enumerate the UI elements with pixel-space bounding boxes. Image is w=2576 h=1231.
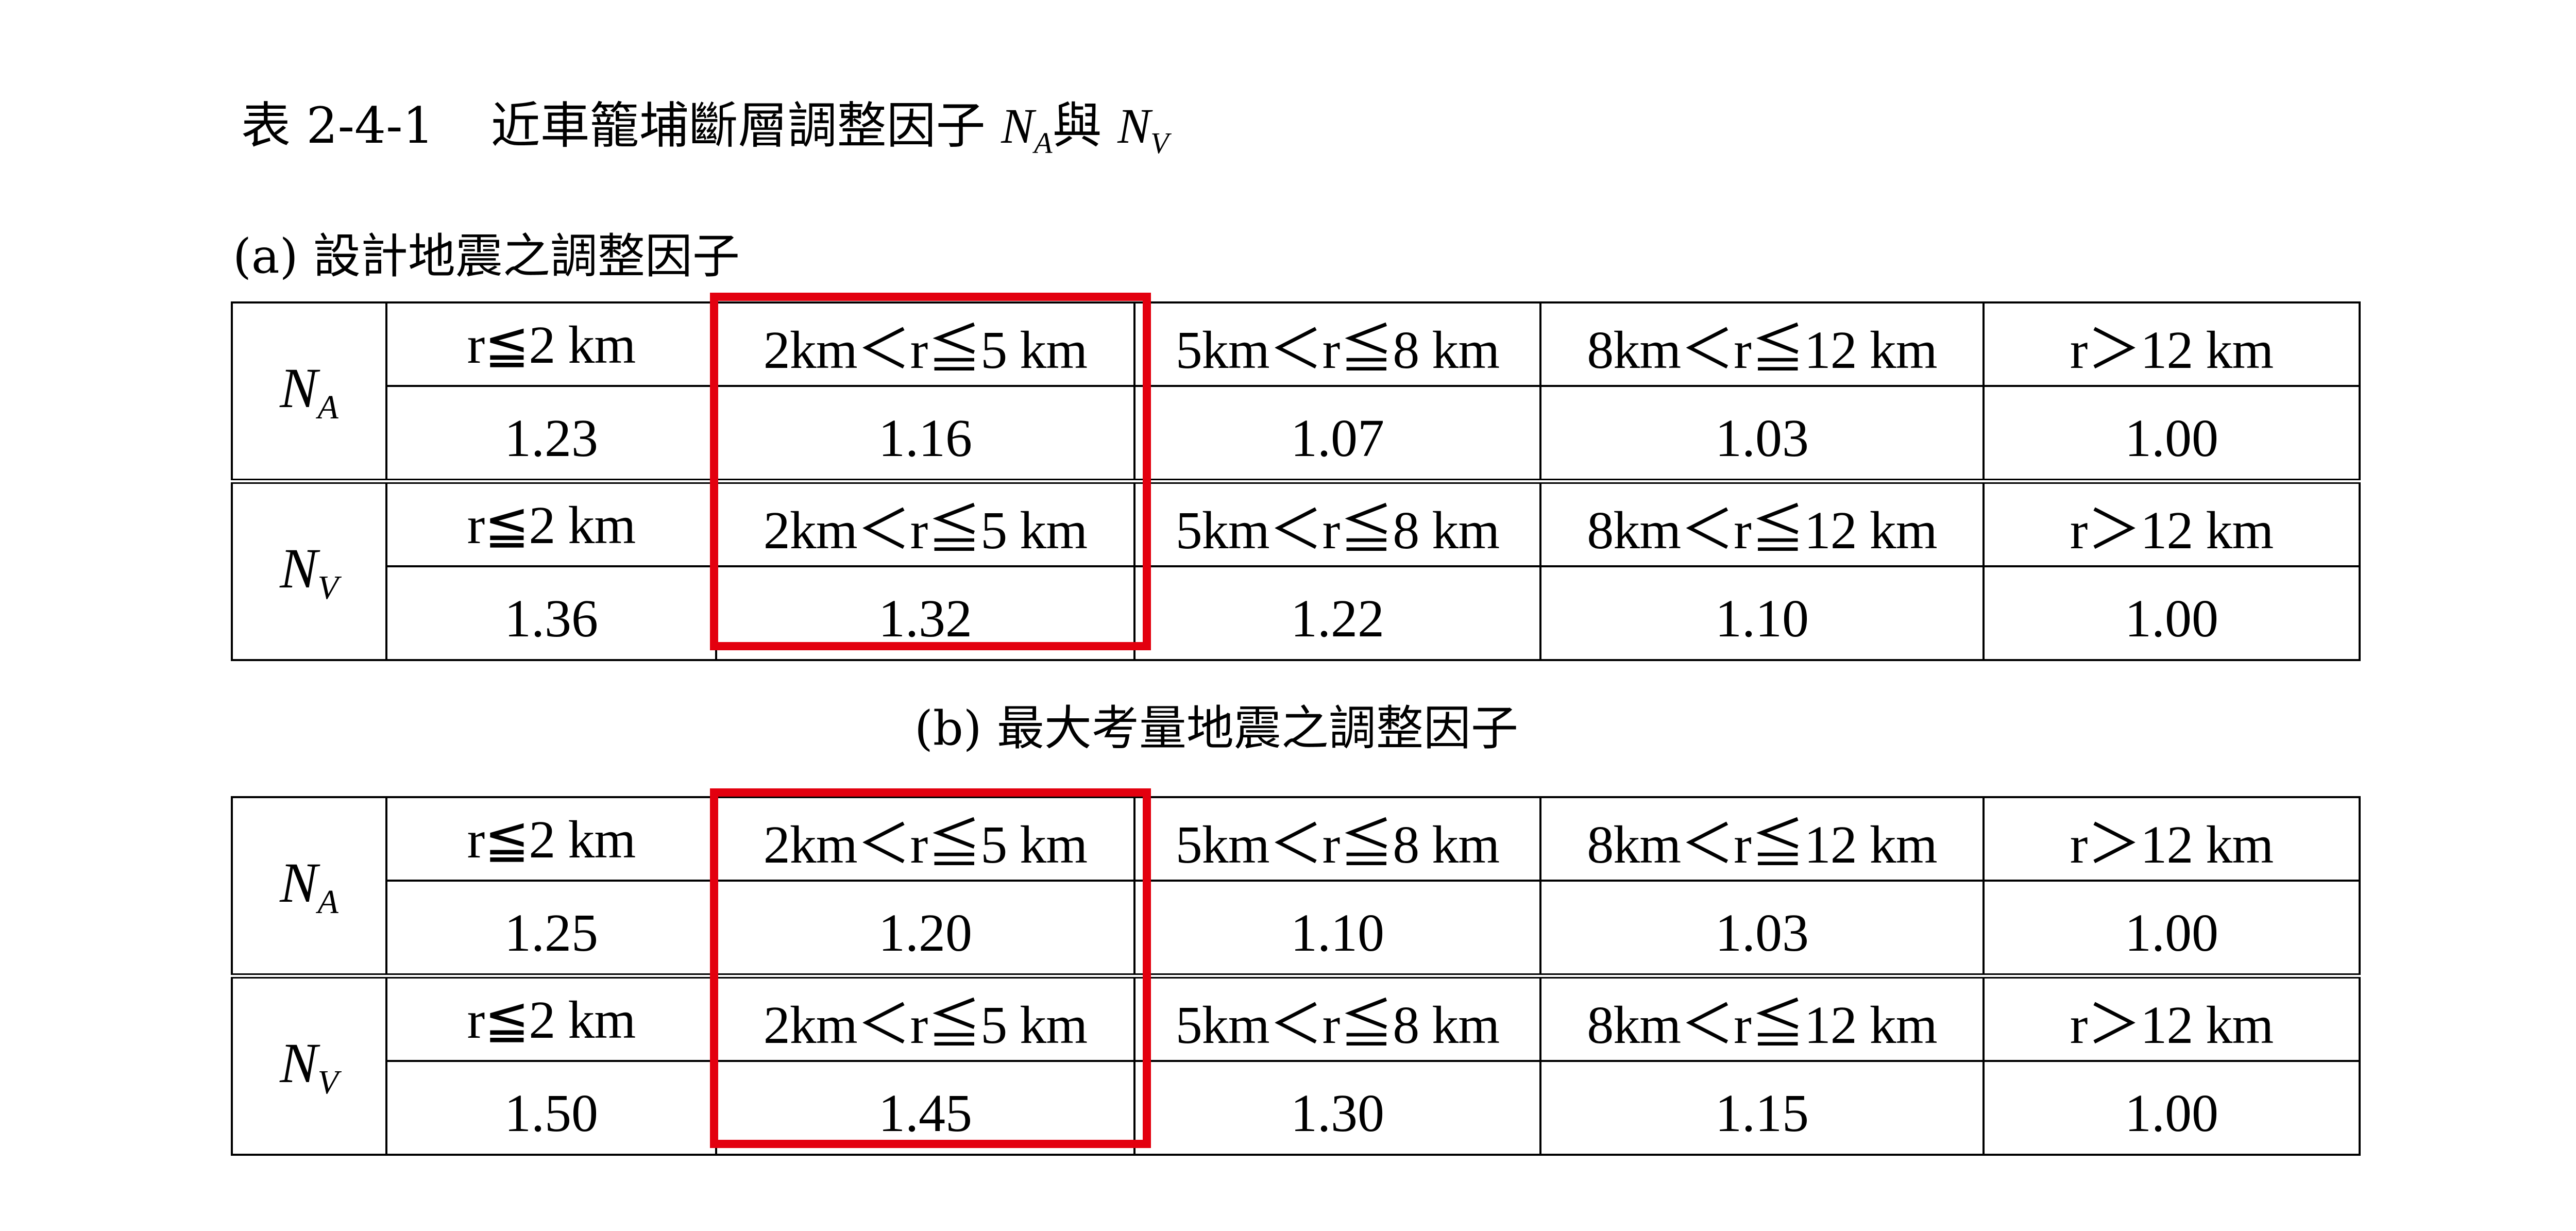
table-a-nv-range-4: 8km＜r≦12 km (1539, 479, 1985, 567)
table-a-na-value-4: 1.03 (1539, 385, 1985, 482)
table-a-na-value-row: 1.23 1.16 1.07 1.03 1.00 (232, 385, 2361, 482)
page-title: 表 2-4-1 近車籠埔斷層調整因子 NA與 NV (241, 101, 1169, 158)
table-a-nv-range-1: r≦2 km (385, 479, 717, 567)
table-a-na-value-1: 1.23 (385, 385, 717, 482)
highlight-box-table-b (710, 788, 1151, 1148)
table-b-nv-value-4: 1.15 (1539, 1060, 1985, 1156)
title-nv-subscript: V (1150, 126, 1169, 160)
table-a-nv-value-4: 1.10 (1539, 565, 1985, 661)
table-b-caption: (b) 最大考量地震之調整因子 (914, 701, 1518, 756)
table-b-na-range-4: 8km＜r≦12 km (1539, 796, 1985, 882)
table-b-na-value-row: 1.25 1.20 1.10 1.03 1.00 (232, 880, 2361, 977)
table-a-na-label: NA (231, 301, 387, 482)
table-a-na-range-4: 8km＜r≦12 km (1539, 301, 1985, 387)
table-a-nv-label: NV (231, 479, 387, 661)
table-a-na-value-5: 1.00 (1982, 385, 2361, 482)
table-b-na-range-5: r＞12 km (1982, 796, 2361, 882)
table-b-na-range-3: 5km＜r≦8 km (1133, 796, 1541, 882)
table-b-na-value-1: 1.25 (385, 880, 717, 977)
title-connector: 與 (1052, 97, 1102, 155)
table-a-na-range-1: r≦2 km (385, 301, 717, 387)
table-b-nv-value-row: 1.50 1.45 1.30 1.15 1.00 (232, 1060, 2361, 1156)
table-a-nv-value-3: 1.22 (1133, 565, 1541, 661)
table-a-na-range-5: r＞12 km (1982, 301, 2361, 387)
title-text: 近車籠埔斷層調整因子 (490, 97, 986, 155)
highlight-box-table-a (710, 293, 1151, 650)
table-a-na-range-row: NA r≦2 km 2km＜r≦5 km 5km＜r≦8 km 8km＜r≦12… (231, 301, 2361, 482)
table-b-nv-label: NV (231, 973, 387, 1156)
table-b-na-value-3: 1.10 (1133, 880, 1541, 977)
table-a-caption: (a) 設計地震之調整因子 (233, 229, 740, 284)
design-earthquake-table: NA r≦2 km 2km＜r≦5 km 5km＜r≦8 km 8km＜r≦12… (231, 301, 2361, 661)
table-a-nv-value-5: 1.00 (1982, 565, 2361, 661)
title-prefix: 表 2-4-1 (241, 97, 434, 155)
table-a-nv-range-row: NV r≦2 km 2km＜r≦5 km 5km＜r≦8 km 8km＜r≦12… (231, 479, 2361, 661)
table-b-nv-range-row: NV r≦2 km 2km＜r≦5 km 5km＜r≦8 km 8km＜r≦12… (231, 973, 2361, 1156)
title-nv-symbol: N (1117, 98, 1151, 154)
max-considered-earthquake-table: NA r≦2 km 2km＜r≦5 km 5km＜r≦8 km 8km＜r≦12… (231, 796, 2361, 1156)
table-a-nv-range-5: r＞12 km (1982, 479, 2361, 567)
table-b-na-value-4: 1.03 (1539, 880, 1985, 977)
table-b-na-label: NA (231, 796, 387, 977)
table-b-na-value-5: 1.00 (1982, 880, 2361, 977)
table-b-nv-value-5: 1.00 (1982, 1060, 2361, 1156)
table-a-nv-value-1: 1.36 (385, 565, 717, 661)
table-a-na-range-3: 5km＜r≦8 km (1133, 301, 1541, 387)
table-b-nv-range-1: r≦2 km (385, 973, 717, 1062)
table-b-nv-range-4: 8km＜r≦12 km (1539, 973, 1985, 1062)
table-b-nv-value-3: 1.30 (1133, 1060, 1541, 1156)
table-b-na-range-1: r≦2 km (385, 796, 717, 882)
table-b-nv-range-5: r＞12 km (1982, 973, 2361, 1062)
table-a-na-value-3: 1.07 (1133, 385, 1541, 482)
table-b-nv-value-1: 1.50 (385, 1060, 717, 1156)
title-na-subscript: A (1034, 126, 1053, 160)
table-b-na-range-row: NA r≦2 km 2km＜r≦5 km 5km＜r≦8 km 8km＜r≦12… (231, 796, 2361, 977)
title-na-symbol: N (1001, 98, 1035, 154)
table-a-nv-value-row: 1.36 1.32 1.22 1.10 1.00 (232, 565, 2361, 661)
table-a-nv-range-3: 5km＜r≦8 km (1133, 479, 1541, 567)
table-b-nv-range-3: 5km＜r≦8 km (1133, 973, 1541, 1062)
